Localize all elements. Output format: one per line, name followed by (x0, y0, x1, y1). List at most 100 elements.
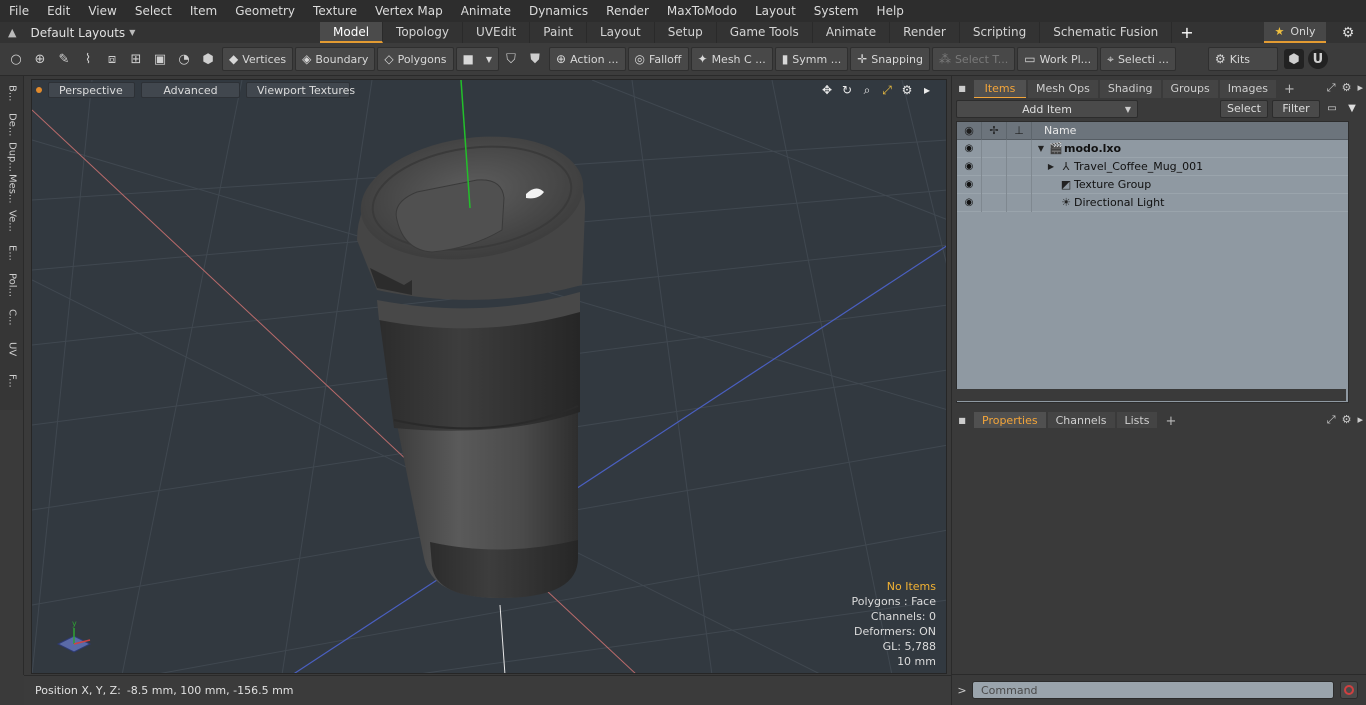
tab-paint[interactable]: Paint (530, 22, 587, 43)
menu-view[interactable]: View (79, 0, 125, 22)
unreal-icon[interactable]: U (1307, 49, 1328, 69)
panel-arrow-icon[interactable]: ▸ (1357, 81, 1363, 95)
polygons-button[interactable]: ◇ Polygons (377, 47, 454, 71)
menu-help[interactable]: Help (868, 0, 913, 22)
element-icon[interactable]: ⧈ (100, 47, 124, 71)
pen-icon[interactable]: ✎ (52, 47, 76, 71)
menu-file[interactable]: File (0, 0, 38, 22)
panel-arrow-icon[interactable]: ▸ (1357, 413, 1363, 427)
tab-render[interactable]: Render (890, 22, 960, 43)
left-tab-edge[interactable]: E... (1, 238, 23, 268)
layout-picker[interactable]: ▲ Default Layouts ▼ (0, 22, 320, 43)
tab-shading[interactable]: Shading (1099, 80, 1161, 98)
lock-column-icon[interactable]: ✢ (982, 121, 1007, 140)
box-select-icon[interactable]: ▣ (148, 47, 172, 71)
symmetry-icon[interactable]: ⛉ (499, 47, 523, 71)
left-tab-duplicate[interactable]: Dup... (1, 142, 23, 172)
work-plane-button[interactable]: ▭ Work Pl... (1017, 47, 1099, 71)
only-toggle[interactable]: ★ Only (1264, 22, 1326, 43)
expand-arrow-icon[interactable]: ▶ (1044, 162, 1058, 171)
gear-icon[interactable]: ⚙ (1338, 23, 1358, 43)
rotate-icon[interactable]: ↻ (840, 82, 854, 98)
menu-maxtomodo[interactable]: MaxToModo (658, 0, 746, 22)
snap-icon[interactable]: ⛊ (523, 47, 547, 71)
tree-row-texture-group[interactable]: ◉ ◩ Texture Group (957, 175, 1348, 194)
pan-icon[interactable]: ✥ (820, 82, 834, 98)
viewport-scene[interactable]: y (32, 80, 947, 674)
name-column-header[interactable]: Name (1032, 124, 1076, 137)
tab-game-tools[interactable]: Game Tools (717, 22, 813, 43)
eye-icon[interactable]: ◉ (957, 175, 982, 194)
timer-icon[interactable]: ◔ (172, 47, 196, 71)
menu-animate[interactable]: Animate (452, 0, 520, 22)
menu-edit[interactable]: Edit (38, 0, 79, 22)
item-mode-button[interactable]: ■ ▼ (455, 47, 500, 71)
menu-select[interactable]: Select (126, 0, 181, 22)
select-circle-icon[interactable]: ○ (4, 47, 28, 71)
menu-vertex-map[interactable]: Vertex Map (366, 0, 452, 22)
viewport-textures-button[interactable]: Viewport Textures (246, 82, 355, 98)
tree-row-directional-light[interactable]: ◉ ☀ Directional Light (957, 193, 1348, 212)
menu-system[interactable]: System (805, 0, 868, 22)
tab-setup[interactable]: Setup (655, 22, 717, 43)
collapse-arrow-icon[interactable]: ▲ (8, 26, 16, 39)
vertices-button[interactable]: ◆ Vertices (222, 47, 294, 71)
tab-model[interactable]: Model (320, 22, 384, 43)
tree-row-scene[interactable]: ◉ ▼ 🎬 modo.lxo (957, 139, 1348, 158)
boundary-button[interactable]: ◈ Boundary (295, 47, 376, 71)
zoom-icon[interactable]: ⌕ (860, 82, 874, 98)
panel-menu-icon[interactable]: ■ (956, 415, 968, 427)
kits-button[interactable]: ⚙ Kits (1207, 47, 1278, 71)
falloff-button[interactable]: ◎ Falloff (627, 47, 689, 71)
viewport-expand-icon[interactable]: ▸ (920, 82, 934, 98)
panel-gear-icon[interactable]: ⚙ (1342, 413, 1352, 427)
menu-geometry[interactable]: Geometry (226, 0, 304, 22)
expand-arrow-icon[interactable]: ▼ (1034, 144, 1048, 153)
left-tab-polygon[interactable]: Pol... (1, 270, 23, 300)
menu-layout[interactable]: Layout (746, 0, 805, 22)
select-through-button[interactable]: ⁂ Select T... (931, 47, 1016, 71)
eye-icon[interactable]: ◉ (957, 139, 982, 158)
funnel-icon[interactable]: ▼ (1344, 101, 1360, 117)
advanced-shading-button[interactable]: Advanced (141, 82, 240, 98)
menu-item[interactable]: Item (181, 0, 226, 22)
eye-icon[interactable]: ◉ (957, 157, 982, 176)
unity-icon[interactable]: ⬢ (1283, 49, 1304, 69)
tab-items[interactable]: Items (974, 80, 1026, 98)
3d-viewport[interactable]: y Perspective Advanced Viewport Textures… (31, 79, 947, 674)
tree-vertical-scrollbar[interactable] (1350, 122, 1362, 404)
type-column-icon[interactable]: ⊥ (1007, 121, 1032, 140)
tab-schematic-fusion[interactable]: Schematic Fusion (1040, 22, 1173, 43)
record-macro-button[interactable] (1340, 681, 1358, 699)
tab-layout[interactable]: Layout (587, 22, 655, 43)
left-tab-mesh[interactable]: Mes... (1, 174, 23, 204)
mesh-constraint-button[interactable]: ✦ Mesh C ... (690, 47, 773, 71)
left-tab-uv[interactable]: UV (1, 334, 23, 364)
tab-scripting[interactable]: Scripting (960, 22, 1041, 43)
action-center-button[interactable]: ⊕ Action ... (549, 47, 626, 71)
shield-icon[interactable]: ⬢ (196, 47, 220, 71)
tab-uvedit[interactable]: UVEdit (463, 22, 531, 43)
brush-icon[interactable]: ⌇ (76, 47, 100, 71)
menu-render[interactable]: Render (597, 0, 658, 22)
eye-icon[interactable]: ◉ (957, 193, 982, 212)
panel-menu-icon[interactable]: ■ (956, 83, 968, 95)
viewport-settings-icon[interactable]: ⚙ (900, 82, 914, 98)
add-panel-tab-icon[interactable]: + (1159, 414, 1182, 429)
left-tab-fusion[interactable]: F... (1, 366, 23, 396)
view-mode-button[interactable]: Perspective (48, 82, 135, 98)
fit-icon[interactable]: ⤢ (880, 82, 894, 98)
left-tab-basic[interactable]: B... (1, 78, 23, 108)
visibility-column-eye-icon[interactable]: ◉ (957, 121, 982, 140)
viewport-menu-dot-icon[interactable] (36, 87, 42, 93)
tree-horizontal-scrollbar[interactable] (956, 389, 1346, 401)
tab-mesh-ops[interactable]: Mesh Ops (1028, 80, 1098, 98)
left-tab-vertex[interactable]: Ve... (1, 206, 23, 236)
tab-topology[interactable]: Topology (383, 22, 464, 43)
tab-images[interactable]: Images (1219, 80, 1276, 98)
symmetry-button[interactable]: ▮ Symm ... (774, 47, 849, 71)
selection-sets-button[interactable]: ⌖ Selecti ... (1100, 47, 1176, 71)
left-tab-curve[interactable]: C... (1, 302, 23, 332)
select-button[interactable]: Select (1220, 100, 1268, 118)
command-input[interactable] (972, 681, 1334, 699)
